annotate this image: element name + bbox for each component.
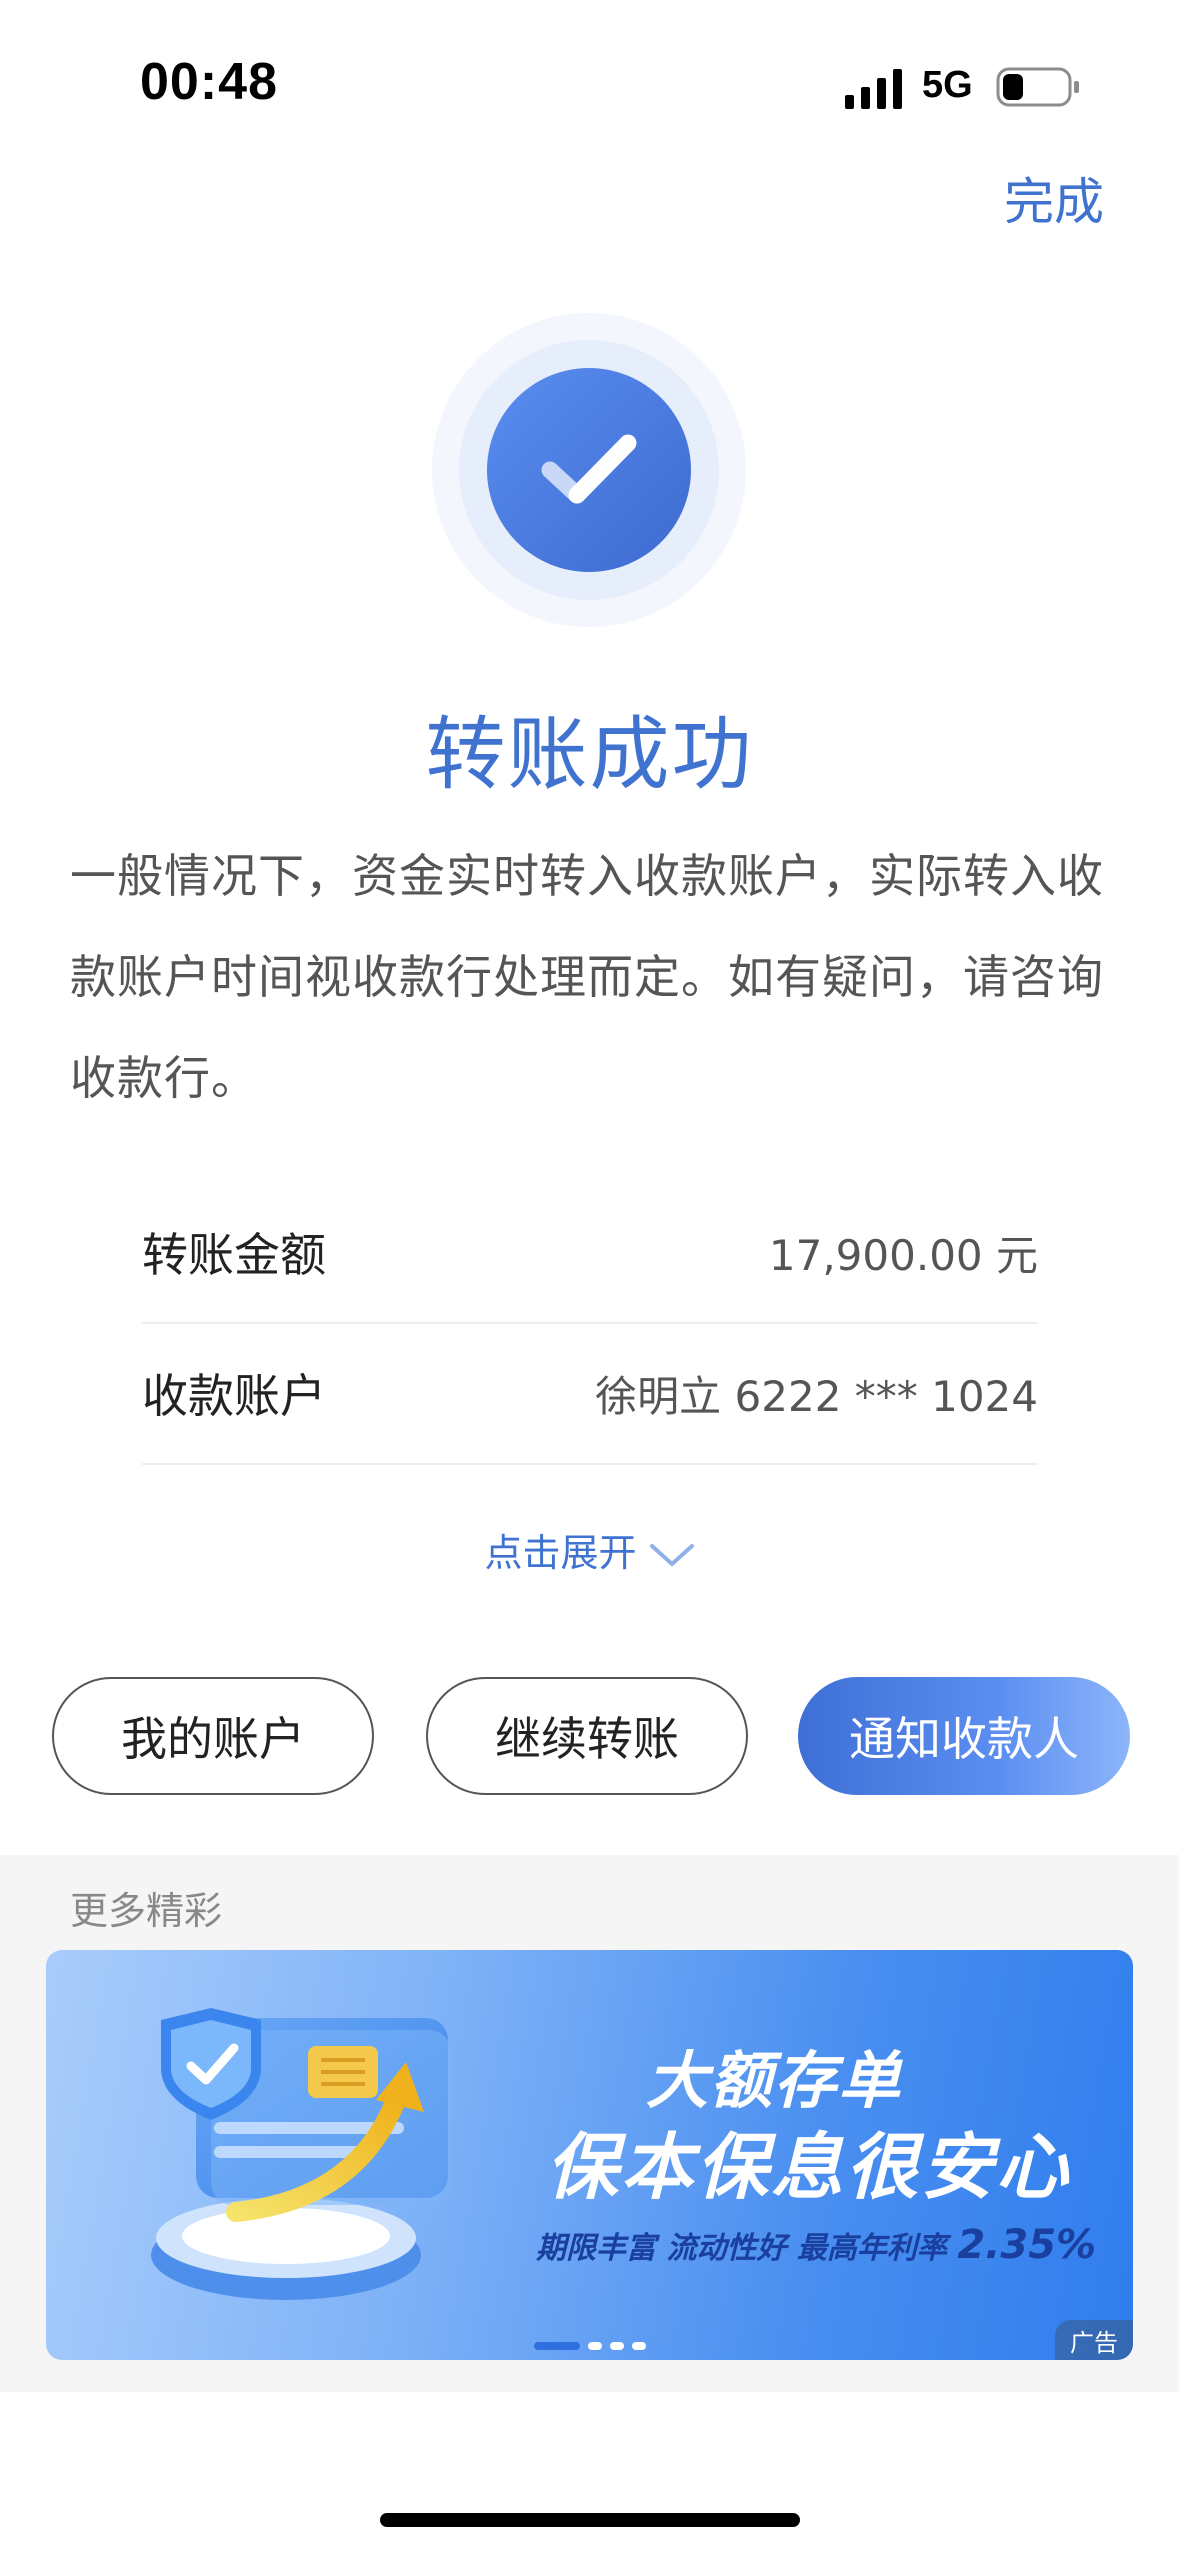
my-account-button[interactable]: 我的账户 — [52, 1677, 374, 1795]
status-bar: 00:48 5G — [0, 0, 1179, 170]
banner-features-text: 期限丰富 流动性好 最高年利率 — [536, 2231, 947, 2266]
network-label: 5G — [922, 64, 973, 106]
home-indicator[interactable] — [380, 2513, 800, 2527]
signal-icon — [845, 69, 902, 109]
more-section-title: 更多精彩 — [70, 1889, 223, 1933]
amount-value: 17,900.00 元 — [768, 1230, 1038, 1280]
battery-icon — [996, 67, 1079, 107]
payee-account-label: 收款账户 — [142, 1369, 326, 1423]
promo-banner[interactable]: 大额存单 保本保息很安心 期限丰富 流动性好 最高年利率 2.35% 广告 — [46, 1950, 1133, 2360]
banner-subhead: 保本保息很安心 — [546, 2125, 1072, 2209]
chevron-down-icon — [649, 1543, 694, 1566]
done-button[interactable]: 完成 — [1004, 162, 1104, 234]
status-time: 00:48 — [140, 53, 278, 111]
ad-tag: 广告 — [1055, 2320, 1133, 2360]
result-title: 转账成功 — [425, 708, 754, 801]
payee-account-value: 徐明立 6222 *** 1024 — [595, 1371, 1038, 1421]
carousel-indicator — [534, 2342, 646, 2350]
amount-label: 转账金额 — [142, 1228, 326, 1282]
expand-details-link[interactable]: 点击展开 — [0, 1522, 1179, 1577]
expand-label: 点击展开 — [484, 1531, 637, 1575]
result-notice: 一般情况下，资金实时转入收款账户，实际转入收款账户时间视收款行处理而定。如有疑问… — [70, 849, 1104, 1105]
detail-row-account: 收款账户 徐明立 6222 *** 1024 — [142, 1323, 1038, 1465]
continue-transfer-button[interactable]: 继续转账 — [426, 1677, 748, 1795]
banner-features: 期限丰富 流动性好 最高年利率 2.35% — [536, 2222, 1096, 2268]
banner-headline: 大额存单 — [646, 2044, 903, 2117]
notify-payee-button[interactable]: 通知收款人 — [798, 1677, 1130, 1795]
banner-rate: 2.35% — [957, 2222, 1097, 2268]
success-check-icon — [432, 313, 746, 627]
detail-row-amount: 转账金额 17,900.00 元 — [142, 1182, 1038, 1324]
